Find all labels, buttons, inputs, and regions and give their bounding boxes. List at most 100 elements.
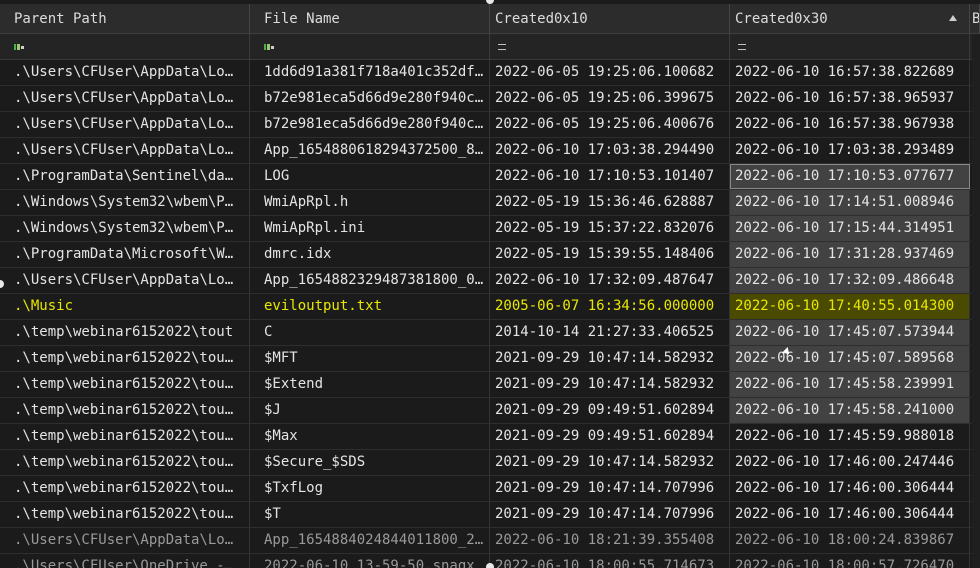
filter-cell-file-name[interactable] bbox=[250, 34, 490, 59]
cell-created-0x30[interactable]: 2022-06-10 17:40:55.014300 bbox=[730, 294, 970, 319]
table-row[interactable]: .\Music eviloutput.txt 2005-06-07 16:34:56… bbox=[0, 294, 980, 320]
cell-created-0x30[interactable]: 2022-06-10 17:32:09.486648 bbox=[730, 268, 970, 293]
cell-parent-path[interactable]: .\Users\CFUser\AppData\Lo… bbox=[0, 528, 250, 553]
cell-created-0x30[interactable]: 2022-06-10 17:46:00.247446 bbox=[730, 450, 970, 475]
cell-file-name[interactable]: dmrc.idx bbox=[250, 242, 490, 267]
cell-parent-path[interactable]: .\ProgramData\Microsoft\W… bbox=[0, 242, 250, 267]
cell-parent-path[interactable]: .\Users\CFUser\AppData\Lo… bbox=[0, 268, 250, 293]
table-row[interactable]: .\temp\webinar6152022\tou… $T 2021-09-29 1… bbox=[0, 502, 980, 528]
cell-file-name[interactable]: $Secure_$SDS bbox=[250, 450, 490, 475]
cell-file-name[interactable]: $Max bbox=[250, 424, 490, 449]
cell-created-0x30[interactable]: 2022-06-10 17:45:58.241000 bbox=[730, 398, 970, 423]
cell-created-0x10[interactable]: 2022-06-05 19:25:06.400676 bbox=[490, 112, 730, 137]
table-row[interactable]: .\temp\webinar6152022\tou… $Secure_$SDS 20… bbox=[0, 450, 980, 476]
column-header-created-0x10[interactable]: Created0x10 bbox=[490, 4, 730, 33]
cell-created-0x10[interactable]: 2021-09-29 09:49:51.602894 bbox=[490, 398, 730, 423]
cell-parent-path[interactable]: .\ProgramData\Sentinel\da… bbox=[0, 164, 250, 189]
cell-parent-path[interactable]: .\Users\CFUser\OneDrive -… bbox=[0, 554, 250, 568]
filter-cell-created-0x30[interactable] bbox=[730, 34, 970, 59]
cell-created-0x30[interactable]: 2022-06-10 16:57:38.822689 bbox=[730, 60, 970, 85]
cell-parent-path[interactable]: .\temp\webinar6152022\tou… bbox=[0, 476, 250, 501]
cell-created-0x30[interactable]: 2022-06-10 16:57:38.967938 bbox=[730, 112, 970, 137]
table-row[interactable]: .\ProgramData\Sentinel\da… LOG 2022-06-10 … bbox=[0, 164, 980, 190]
cell-created-0x10[interactable]: 2022-06-05 19:25:06.100682 bbox=[490, 60, 730, 85]
table-row[interactable]: .\temp\webinar6152022\tout C 2014-10-14 21… bbox=[0, 320, 980, 346]
cell-file-name[interactable]: $J bbox=[250, 398, 490, 423]
table-row[interactable]: .\ProgramData\Microsoft\W… dmrc.idx 2022-0… bbox=[0, 242, 980, 268]
sort-ascending-icon[interactable] bbox=[949, 15, 957, 21]
column-header-parent-path[interactable]: Parent Path bbox=[0, 4, 250, 33]
cell-file-name[interactable]: b72e981eca5d66d9e280f940c… bbox=[250, 86, 490, 111]
cell-created-0x10[interactable]: 2021-09-29 10:47:14.582932 bbox=[490, 346, 730, 371]
cell-file-name[interactable]: 2022-06-10_13-59-50.snagx bbox=[250, 554, 490, 568]
data-grid[interactable]: Parent Path File Name Created0x10 Create… bbox=[0, 0, 980, 568]
cell-file-name[interactable]: $T bbox=[250, 502, 490, 527]
text-filter-icon[interactable] bbox=[14, 43, 25, 51]
cell-parent-path[interactable]: .\temp\webinar6152022\tou… bbox=[0, 398, 250, 423]
cell-file-name[interactable]: App_1654880618294372500_8… bbox=[250, 138, 490, 163]
table-row[interactable]: .\Windows\System32\wbem\P… WmiApRpl.ini 20… bbox=[0, 216, 980, 242]
cell-created-0x30[interactable]: 2022-06-10 16:57:38.965937 bbox=[730, 86, 970, 111]
table-row[interactable]: .\temp\webinar6152022\tou… $Max 2021-09-29… bbox=[0, 424, 980, 450]
cell-file-name[interactable]: WmiApRpl.ini bbox=[250, 216, 490, 241]
table-row[interactable]: .\Users\CFUser\AppData\Lo… b72e981eca5d66… bbox=[0, 86, 980, 112]
cell-created-0x30[interactable]: 2022-06-10 17:45:59.988018 bbox=[730, 424, 970, 449]
cell-created-0x10[interactable]: 2022-06-10 18:21:39.355408 bbox=[490, 528, 730, 553]
equals-filter-icon[interactable] bbox=[738, 44, 746, 50]
cell-created-0x10[interactable]: 2014-10-14 21:27:33.406525 bbox=[490, 320, 730, 345]
cell-created-0x10[interactable]: 2022-05-19 15:37:22.832076 bbox=[490, 216, 730, 241]
table-row[interactable]: .\Users\CFUser\AppData\Lo… 1dd6d91a381f71… bbox=[0, 60, 980, 86]
cell-parent-path[interactable]: .\temp\webinar6152022\tou… bbox=[0, 424, 250, 449]
cell-file-name[interactable]: C bbox=[250, 320, 490, 345]
cell-created-0x10[interactable]: 2022-05-19 15:36:46.628887 bbox=[490, 190, 730, 215]
equals-filter-icon[interactable] bbox=[498, 44, 506, 50]
cell-file-name[interactable]: LOG bbox=[250, 164, 490, 189]
cell-parent-path[interactable]: .\temp\webinar6152022\tou… bbox=[0, 372, 250, 397]
cell-file-name[interactable]: b72e981eca5d66d9e280f940c… bbox=[250, 112, 490, 137]
text-filter-icon[interactable] bbox=[264, 43, 275, 51]
column-header-extra[interactable]: B bbox=[970, 4, 980, 33]
cell-created-0x30[interactable]: 2022-06-10 17:46:00.306444 bbox=[730, 476, 970, 501]
filter-cell-parent-path[interactable] bbox=[0, 34, 250, 59]
column-header-file-name[interactable]: File Name bbox=[250, 4, 490, 33]
cell-created-0x30[interactable]: 2022-06-10 17:31:28.937469 bbox=[730, 242, 970, 267]
cell-created-0x10[interactable]: 2022-06-10 17:32:09.487647 bbox=[490, 268, 730, 293]
cell-file-name[interactable]: $MFT bbox=[250, 346, 490, 371]
cell-created-0x30[interactable]: 2022-06-10 17:15:44.314951 bbox=[730, 216, 970, 241]
cell-file-name[interactable]: App_1654882329487381800_0… bbox=[250, 268, 490, 293]
cell-parent-path[interactable]: .\temp\webinar6152022\tout bbox=[0, 320, 250, 345]
cell-created-0x30[interactable]: 2022-06-10 17:10:53.077677 bbox=[730, 164, 970, 189]
table-row[interactable]: .\temp\webinar6152022\tou… $MFT 2021-09-29… bbox=[0, 346, 980, 372]
cell-file-name[interactable]: WmiApRpl.h bbox=[250, 190, 490, 215]
table-row[interactable]: .\Users\CFUser\AppData\Lo… App_1654880618… bbox=[0, 138, 980, 164]
cell-created-0x10[interactable]: 2022-06-10 17:10:53.101407 bbox=[490, 164, 730, 189]
cell-parent-path[interactable]: .\Music bbox=[0, 294, 250, 319]
cell-created-0x30[interactable]: 2022-06-10 18:00:57.726470 bbox=[730, 554, 970, 568]
cell-created-0x10[interactable]: 2021-09-29 10:47:14.582932 bbox=[490, 450, 730, 475]
cell-created-0x10[interactable]: 2005-06-07 16:34:56.000000 bbox=[490, 294, 730, 319]
column-header-created-0x30[interactable]: Created0x30 bbox=[730, 4, 970, 33]
resize-handle-icon[interactable] bbox=[486, 563, 494, 568]
cell-parent-path[interactable]: .\temp\webinar6152022\tou… bbox=[0, 346, 250, 371]
cell-parent-path[interactable]: .\Users\CFUser\AppData\Lo… bbox=[0, 86, 250, 111]
table-row[interactable]: .\temp\webinar6152022\tou… $Extend 2021-09… bbox=[0, 372, 980, 398]
cell-created-0x30[interactable]: 2022-06-10 17:46:00.306444 bbox=[730, 502, 970, 527]
table-row[interactable]: .\Users\CFUser\AppData\Lo… App_1654884024… bbox=[0, 528, 980, 554]
table-row[interactable]: .\Users\CFUser\AppData\Lo… App_1654882329… bbox=[0, 268, 980, 294]
cell-parent-path[interactable]: .\Windows\System32\wbem\P… bbox=[0, 190, 250, 215]
cell-parent-path[interactable]: .\Windows\System32\wbem\P… bbox=[0, 216, 250, 241]
cell-file-name[interactable]: $TxfLog bbox=[250, 476, 490, 501]
cell-created-0x30[interactable]: 2022-06-10 17:03:38.293489 bbox=[730, 138, 970, 163]
cell-created-0x10[interactable]: 2021-09-29 10:47:14.707996 bbox=[490, 502, 730, 527]
cell-created-0x30[interactable]: 2022-06-10 17:45:07.573944 bbox=[730, 320, 970, 345]
cell-created-0x10[interactable]: 2022-05-19 15:39:55.148406 bbox=[490, 242, 730, 267]
cell-file-name[interactable]: App_1654884024844011800_2… bbox=[250, 528, 490, 553]
cell-parent-path[interactable]: .\Users\CFUser\AppData\Lo… bbox=[0, 60, 250, 85]
cell-created-0x30[interactable]: 2022-06-10 17:45:07.589568 bbox=[730, 346, 970, 371]
cell-parent-path[interactable]: .\Users\CFUser\AppData\Lo… bbox=[0, 112, 250, 137]
cell-file-name[interactable]: 1dd6d91a381f718a401c352df… bbox=[250, 60, 490, 85]
cell-created-0x30[interactable]: 2022-06-10 17:45:58.239991 bbox=[730, 372, 970, 397]
table-row[interactable]: .\Users\CFUser\AppData\Lo… b72e981eca5d66… bbox=[0, 112, 980, 138]
cell-created-0x10[interactable]: 2021-09-29 10:47:14.707996 bbox=[490, 476, 730, 501]
table-row[interactable]: .\temp\webinar6152022\tou… $J 2021-09-29 0… bbox=[0, 398, 980, 424]
